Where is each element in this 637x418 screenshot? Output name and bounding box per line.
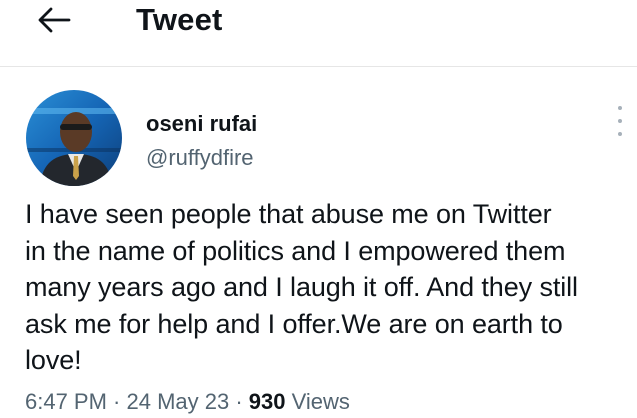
top-bar: Tweet: [0, 0, 637, 67]
meta-separator: ·: [106, 389, 127, 414]
tweet-date[interactable]: 24 May 23: [127, 389, 230, 414]
views-count: 930: [248, 389, 286, 414]
author-display-name[interactable]: oseni rufai: [146, 110, 257, 138]
page-title: Tweet: [136, 2, 223, 37]
views-label: Views: [285, 389, 350, 414]
meta-separator: ·: [229, 389, 249, 414]
more-options-button[interactable]: [610, 104, 630, 138]
tweet-time[interactable]: 6:47 PM: [25, 389, 107, 414]
back-button[interactable]: [34, 2, 74, 38]
tweet-text: I have seen people that abuse me on Twit…: [25, 199, 578, 375]
author-handle[interactable]: @ruffydfire: [146, 144, 254, 172]
tweet-meta: 6:47 PM · 24 May 23 · 930 Views: [25, 386, 350, 418]
profile-photo: [26, 90, 122, 186]
arrow-left-icon: [38, 7, 71, 33]
avatar[interactable]: [26, 90, 122, 186]
more-vertical-icon: [618, 106, 622, 110]
